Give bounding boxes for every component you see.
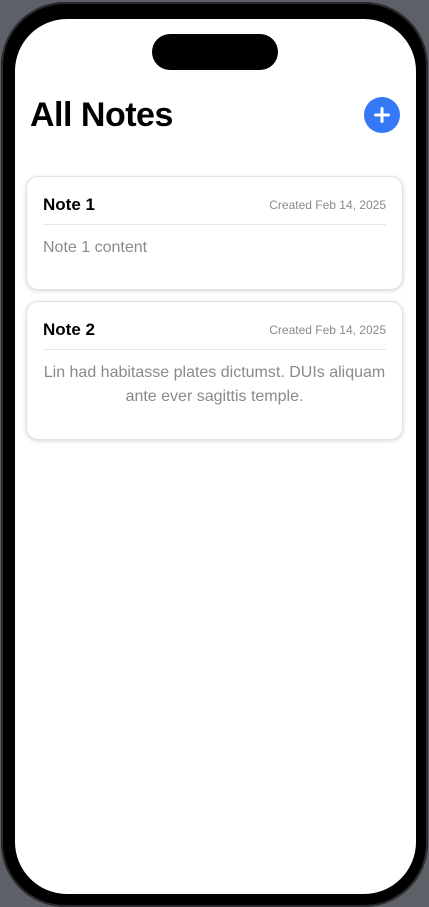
note-title: Note 2 bbox=[43, 320, 95, 339]
note-card[interactable]: Note 2 Created Feb 14, 2025 Lin had habi… bbox=[26, 301, 403, 440]
plus-icon bbox=[374, 107, 390, 123]
note-divider bbox=[43, 349, 386, 350]
page-title: All Notes bbox=[30, 96, 173, 134]
app-screen: All Notes Note 1 Created Feb 14, 2025 No… bbox=[15, 19, 416, 894]
note-content: Note 1 content bbox=[43, 239, 148, 256]
note-created-date: Created Feb 14, 2025 bbox=[269, 323, 386, 337]
note-title: Note 1 bbox=[43, 195, 95, 214]
add-note-button[interactable] bbox=[364, 97, 400, 133]
note-divider bbox=[43, 224, 386, 225]
phone-frame: All Notes Note 1 Created Feb 14, 2025 No… bbox=[1, 2, 428, 907]
note-content: Lin had habitasse plates dictumst. DUIs … bbox=[43, 364, 386, 405]
note-card[interactable]: Note 1 Created Feb 14, 2025 Note 1 conte… bbox=[26, 176, 403, 290]
note-created-date: Created Feb 14, 2025 bbox=[269, 198, 386, 212]
dynamic-island bbox=[152, 34, 278, 70]
